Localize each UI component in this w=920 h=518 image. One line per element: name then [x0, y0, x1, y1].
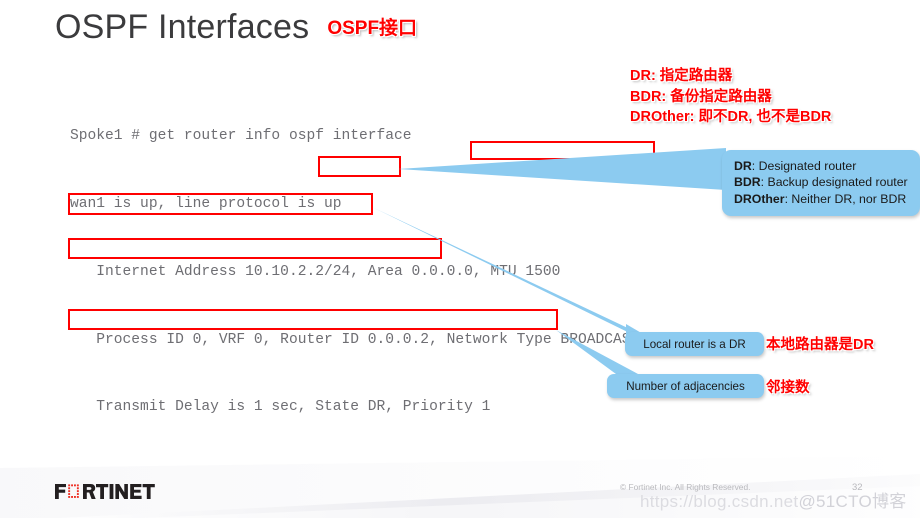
- dr-term: DR: [734, 159, 752, 173]
- annotation-adjacencies-chinese: 邻接数: [766, 380, 810, 396]
- callout-local-router-label: Local router is a DR: [643, 337, 746, 351]
- callout-number-of-adjacencies: Number of adjacencies: [607, 374, 764, 398]
- bdr-term: BDR: [734, 175, 761, 190]
- callout-line-bdr: BDR: Backup designated router: [734, 174, 910, 190]
- callout-adjacencies-label: Number of adjacencies: [626, 379, 745, 393]
- callout-line-drother: DROther: Neither DR, nor BDR: [734, 191, 910, 207]
- slide-canvas: OSPF Interfaces OSPF接口 Spoke1 # get rout…: [0, 0, 920, 518]
- callout-local-router-is-dr: Local router is a DR: [625, 332, 764, 356]
- callout-line-dr: DR: Designated router: [734, 158, 910, 174]
- bdr-definition: : Backup designated router: [760, 175, 908, 190]
- annotation-local-router-dr-chinese: 本地路由器是DR: [766, 337, 874, 353]
- annotation-dr-cn: DR: 指定路由器: [630, 68, 733, 84]
- callout-dr-definitions: DR: Designated router BDR: Backup design…: [722, 150, 920, 217]
- drother-term: DROther: [734, 191, 785, 206]
- annotation-drother-cn: DROther: 即不DR, 也不是BDR: [630, 109, 832, 125]
- annotation-bdr-cn: BDR: 备份指定路由器: [630, 88, 772, 105]
- dr-definition: : Designated router: [751, 159, 857, 173]
- drother-definition: : Neither DR, nor BDR: [784, 191, 907, 206]
- annotation-dr-legend-chinese: DR: 指定路由器 BDR: 备份指定路由器 DROther: 即不DR, 也不…: [630, 66, 831, 128]
